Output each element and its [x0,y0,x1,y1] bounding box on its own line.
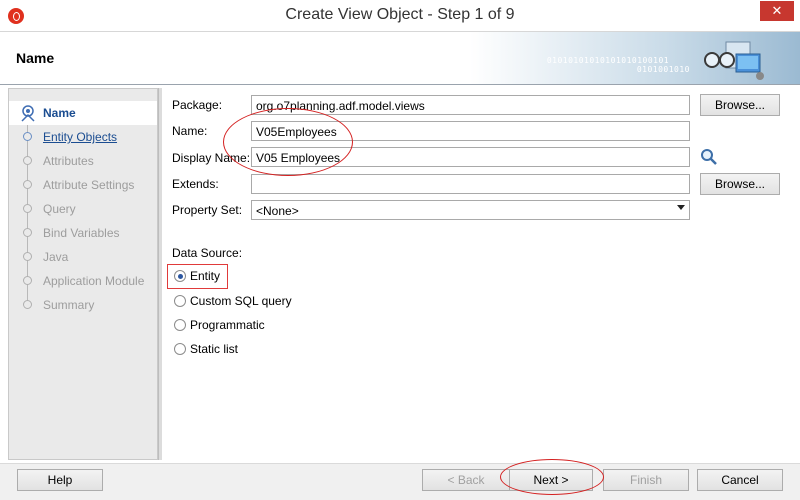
next-highlight-annotation [500,459,604,495]
property-set-label: Property Set: [172,203,243,217]
wizard-header: 01010101010101010100101 0101001010 Name [0,32,800,85]
step-dot-icon [23,300,32,309]
step-attribute-settings: Attribute Settings [9,173,157,197]
step-dot-icon [23,252,32,261]
step-dot-icon [23,228,32,237]
finish-button[interactable]: Finish [603,469,689,491]
back-button[interactable]: < Back [422,469,510,491]
extends-label: Extends: [172,177,219,191]
extends-input[interactable] [251,174,690,194]
dropdown-arrow-icon [677,205,685,210]
step-label: Attributes [43,154,94,168]
title-bar: Create View Object - Step 1 of 9 ✕ [0,0,800,32]
close-button[interactable]: ✕ [760,1,794,21]
radio-custom-sql-label[interactable]: Custom SQL query [190,294,292,308]
package-label: Package: [172,98,223,112]
wizard-glasses-icon [704,41,764,80]
step-label: Query [43,202,76,216]
step-dot-icon [23,132,32,141]
step-bind-variables: Bind Variables [9,221,157,245]
step-entity-objects[interactable]: Entity Objects [9,125,157,149]
step-dot-icon [23,156,32,165]
step-label: Attribute Settings [43,178,135,192]
step-label: Bind Variables [43,226,120,240]
radio-static-list[interactable] [174,343,186,355]
step-attributes: Attributes [9,149,157,173]
step-java: Java [9,245,157,269]
search-icon[interactable] [700,148,718,166]
entity-highlight-annotation [167,264,228,289]
help-button[interactable]: Help [17,469,103,491]
step-name[interactable]: Name [9,101,157,125]
step-summary: Summary [9,293,157,317]
step-label: Entity Objects [43,130,118,144]
data-source-label: Data Source: [172,246,243,260]
radio-custom-sql[interactable] [174,295,186,307]
extends-browse-button[interactable]: Browse... [700,173,780,195]
header-binary-decoration: 01010101010101010100101 0101001010 [546,56,690,74]
wizard-footer: Help < Back Next > Finish Cancel [0,459,800,500]
wizard-steps-panel: Name Entity Objects Attributes Attribute… [8,88,158,460]
cancel-button[interactable]: Cancel [697,469,783,491]
name-label: Name: [172,124,208,138]
step-dot-icon [23,180,32,189]
step-label: Name [43,106,76,120]
window-title: Create View Object - Step 1 of 9 [285,6,515,23]
step-label: Java [43,250,69,264]
step-label: Application Module [43,274,145,288]
package-browse-button[interactable]: Browse... [700,94,780,116]
radio-programmatic[interactable] [174,319,186,331]
page-title: Name [16,50,55,66]
radio-programmatic-label[interactable]: Programmatic [190,318,265,332]
panel-splitter[interactable] [158,88,162,460]
name-fields-highlight-annotation [223,108,353,176]
current-step-icon [21,105,35,122]
radio-static-list-label[interactable]: Static list [190,342,238,356]
property-set-value: <None> [256,204,299,218]
step-application-module: Application Module [9,269,157,293]
form-area: Package: org.o7planning.adf.model.views … [163,88,795,460]
step-label: Summary [43,298,95,312]
step-dot-icon [23,276,32,285]
step-query: Query [9,197,157,221]
property-set-select[interactable]: <None> [251,200,690,220]
step-dot-icon [23,204,32,213]
